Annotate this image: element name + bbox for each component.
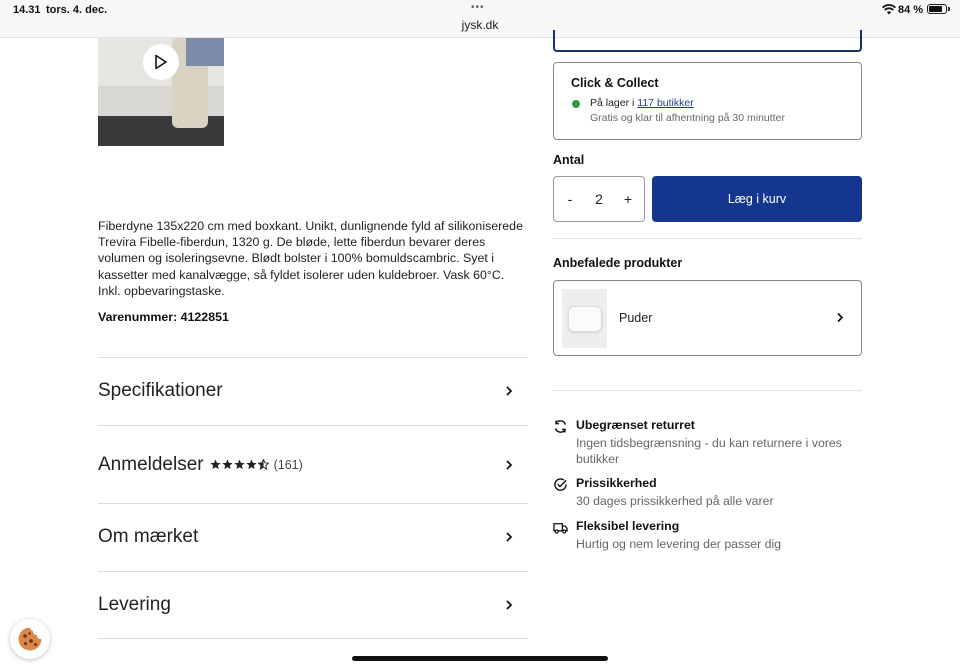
- star-icon: [221, 459, 233, 470]
- recommended-product-card[interactable]: Puder: [553, 280, 862, 356]
- usp-delivery: Fleksibel levering Hurtig og nem leverin…: [553, 519, 862, 555]
- rating-stars: [209, 459, 269, 470]
- battery-icon: [927, 4, 947, 14]
- star-icon: [209, 459, 221, 470]
- pillow-image: [562, 289, 607, 348]
- usp-title: Fleksibel levering: [576, 519, 680, 533]
- usp-title: Prissikkerhed: [576, 476, 657, 490]
- delivery-option-box[interactable]: [553, 30, 862, 52]
- in-stock-dot-icon: [572, 100, 580, 108]
- status-date: tors. 4. dec.: [46, 4, 108, 16]
- play-icon: [155, 54, 167, 70]
- accordion-title: Anmeldelser: [98, 453, 204, 475]
- star-icon: [233, 459, 245, 470]
- recommended-label: Anbefalede produkter: [553, 256, 683, 270]
- home-indicator[interactable]: [352, 656, 608, 661]
- click-collect-subtext: Gratis og klar til afhentning på 30 minu…: [590, 112, 785, 124]
- battery-percent: 84 %: [898, 4, 924, 16]
- chevron-right-icon: [506, 532, 513, 542]
- stores-link[interactable]: 117 butikker: [637, 97, 693, 109]
- battery-tip: [948, 7, 950, 11]
- product-description: Fiberdyne 135x220 cm med boxkant. Unikt,…: [98, 219, 523, 298]
- click-collect-box[interactable]: Click & Collect På lager i 117 butikker …: [553, 62, 862, 140]
- divider: [553, 390, 862, 391]
- divider: [98, 638, 528, 639]
- add-to-cart-button[interactable]: Læg i kurv: [652, 176, 862, 222]
- stock-prefix: På lager i: [590, 97, 638, 109]
- usp-returns: Ubegrænset returret Ingen tidsbegrænsnin…: [553, 418, 862, 468]
- accordion-delivery[interactable]: Levering: [98, 571, 528, 639]
- review-count: (161): [273, 457, 303, 472]
- multitask-dots-icon[interactable]: •••: [471, 2, 485, 13]
- usp-text: Hurtig og nem levering der passer dig: [576, 537, 782, 551]
- click-collect-title: Click & Collect: [571, 76, 659, 90]
- accordion-title: Specifikationer: [98, 380, 223, 401]
- accordion-reviews[interactable]: Anmeldelser (161): [98, 425, 528, 504]
- quantity-increase-button[interactable]: +: [622, 191, 634, 207]
- star-half-icon: [257, 459, 269, 470]
- accordion-title: Om mærket: [98, 526, 199, 547]
- pillow-shape: [567, 305, 602, 332]
- chevron-right-icon: [506, 459, 513, 470]
- cookie-settings-button[interactable]: [10, 619, 50, 659]
- accordion-title: Levering: [98, 594, 171, 615]
- shirt-shape: [186, 38, 224, 66]
- usp-title: Ubegrænset returret: [576, 418, 695, 432]
- wifi-icon: [882, 4, 896, 15]
- quantity-decrease-button[interactable]: -: [564, 191, 576, 207]
- check-circle-icon: [554, 478, 567, 491]
- usp-text: Ingen tidsbegrænsning - du kan returnere…: [576, 436, 842, 466]
- refresh-icon: [554, 420, 567, 433]
- status-time: 14.31: [13, 4, 41, 16]
- quantity-label: Antal: [553, 153, 585, 167]
- star-icon: [245, 459, 257, 470]
- chevron-right-icon: [506, 600, 513, 610]
- chevron-right-icon: [506, 386, 513, 396]
- truck-icon: [553, 523, 568, 534]
- cookie-icon: [18, 627, 42, 651]
- quantity-value[interactable]: 2: [595, 191, 603, 207]
- stock-status: På lager i 117 butikker: [590, 97, 694, 109]
- quantity-stepper[interactable]: - 2 +: [553, 176, 645, 222]
- usp-text: 30 dages prissikkerhed på alle varer: [576, 494, 774, 508]
- accordion-about-brand[interactable]: Om mærket: [98, 503, 528, 571]
- play-button[interactable]: [143, 44, 179, 80]
- recommended-product-name: Puder: [619, 311, 653, 325]
- item-number: Varenummer: 4122851: [98, 310, 229, 324]
- accordion-specifications[interactable]: Specifikationer: [98, 357, 528, 425]
- divider: [553, 238, 862, 239]
- chevron-right-icon: [837, 312, 844, 323]
- usp-price-guarantee: Prissikkerhed 30 dages prissikkerhed på …: [553, 476, 862, 512]
